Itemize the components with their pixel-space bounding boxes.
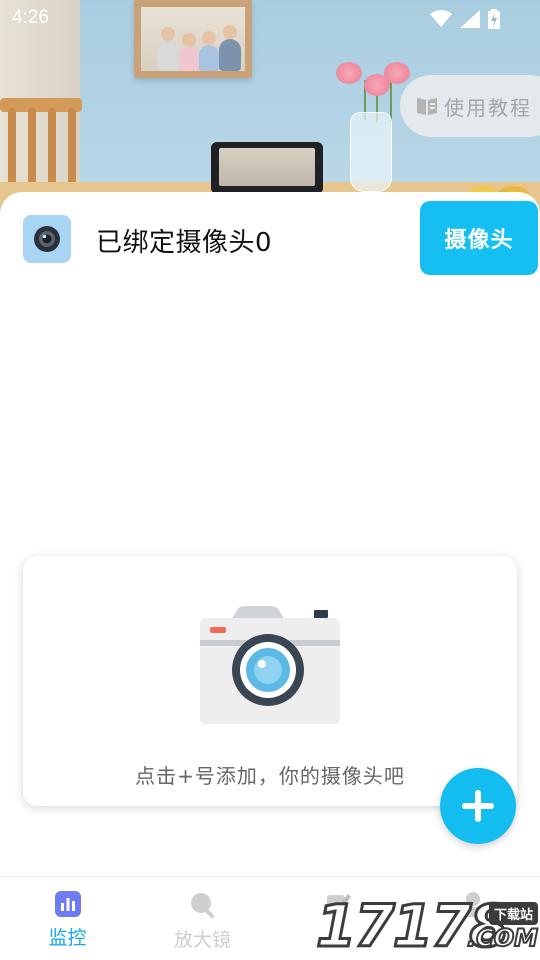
hero-vase [350, 112, 392, 192]
watermark-tag: 下载站 [488, 902, 538, 925]
add-camera-button[interactable] [440, 768, 516, 844]
webcam-icon [34, 226, 60, 252]
tutorial-button[interactable]: 使用教程 [400, 75, 540, 137]
camera-tab-button[interactable]: 摄像头 [420, 201, 538, 275]
plus-icon [462, 790, 494, 822]
battery-charging-icon [488, 9, 500, 29]
tutorial-label: 使用教程 [444, 95, 532, 120]
hero-flower [336, 62, 362, 84]
book-icon [417, 98, 437, 115]
empty-state-hint: 点击+号添加，你的摄像头吧 [135, 764, 405, 788]
watermark-suffix: .COM [466, 923, 539, 953]
bar-chart-icon [54, 891, 81, 917]
camera-icon [200, 606, 340, 724]
nav-item-monitor[interactable]: 监控 [0, 877, 135, 960]
status-time: 4:26 [12, 7, 49, 28]
hero-tablet [211, 142, 323, 194]
webcam-icon-tile [23, 215, 71, 263]
signal-icon [460, 10, 480, 28]
nav-label-magnifier: 放大镜 [173, 929, 231, 951]
nav-item-magnifier[interactable]: 放大镜 [135, 877, 270, 960]
status-bar: 4:26 [0, 0, 540, 36]
wifi-icon [430, 10, 452, 27]
empty-state-card: 点击+号添加，你的摄像头吧 [23, 556, 517, 806]
hero-flower [384, 62, 410, 84]
magnifier-icon [190, 893, 214, 919]
bound-camera-title: 已绑定摄像头0 [96, 228, 273, 258]
watermark-logo: 17178 下载站 .COM [315, 886, 540, 960]
nav-label-monitor: 监控 [48, 927, 87, 949]
